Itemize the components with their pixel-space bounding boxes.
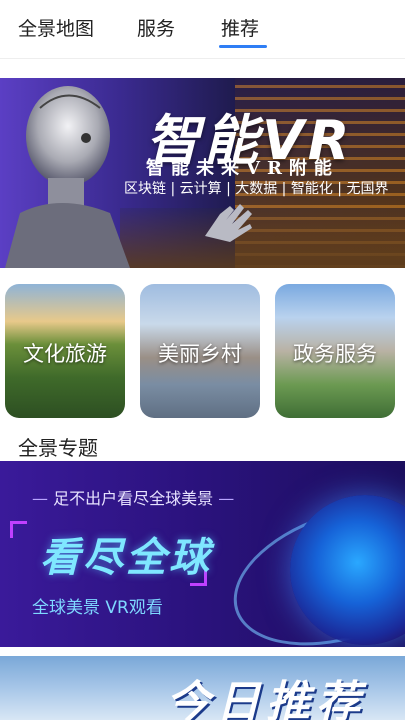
- card-culture-tourism[interactable]: 文化旅游: [5, 284, 125, 418]
- vr-banner-subtitle: 智能未来VR附能: [146, 158, 339, 179]
- card-label: 美丽乡村: [158, 342, 242, 366]
- robot-illustration: [5, 86, 130, 268]
- card-government-services[interactable]: 政务服务: [275, 284, 395, 418]
- global-banner-headline: 看尽全球: [40, 535, 212, 581]
- today-recommend-banner[interactable]: 今日推荐: [0, 656, 405, 720]
- global-view-banner[interactable]: — 足不出户看尽全球美景 — 看尽全球 全球美景 VR观看: [0, 461, 405, 647]
- robot-hand-illustration: [205, 204, 252, 242]
- global-banner-slogan: — 足不出户看尽全球美景 —: [32, 489, 235, 508]
- active-tab-indicator: [219, 45, 267, 48]
- floor-reflection: [120, 208, 405, 268]
- tab-services[interactable]: 服务: [137, 14, 175, 41]
- top-tab-bar: 全景地图 服务 推荐: [0, 0, 405, 59]
- smart-vr-banner[interactable]: 智能VR 智能未来VR附能 区块链 | 云计算 | 大数据 | 智能化 | 无国…: [0, 78, 405, 268]
- section-title: 全景专题: [18, 436, 98, 460]
- vr-banner-tags: 区块链 | 云计算 | 大数据 | 智能化 | 无国界: [124, 181, 389, 197]
- global-banner-caption: 全球美景 VR观看: [32, 598, 163, 618]
- today-banner-title: 今日推荐: [166, 677, 366, 720]
- card-beautiful-village[interactable]: 美丽乡村: [140, 284, 260, 418]
- category-cards: 文化旅游 美丽乡村 政务服务: [0, 284, 405, 420]
- tab-panorama-map[interactable]: 全景地图: [18, 14, 94, 41]
- card-label: 文化旅游: [23, 342, 107, 366]
- card-label: 政务服务: [293, 342, 377, 366]
- frame-corner-top-left: [10, 521, 27, 538]
- tab-recommend[interactable]: 推荐: [221, 14, 259, 41]
